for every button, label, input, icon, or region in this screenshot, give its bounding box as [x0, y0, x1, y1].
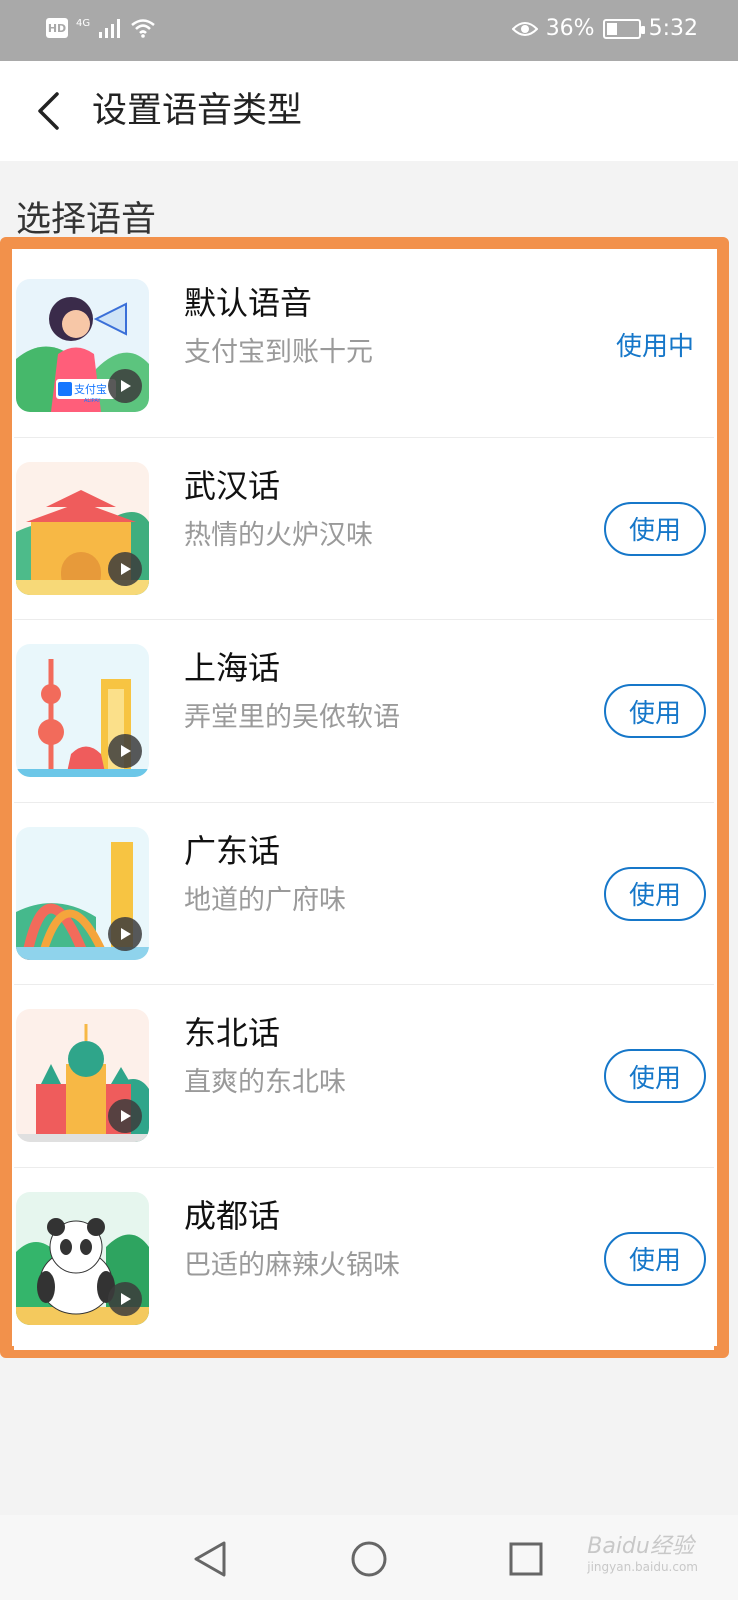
- voice-subtitle: 弄堂里的吴侬软语: [184, 702, 400, 733]
- voice-thumbnail: 支付宝 ALIPAY: [16, 279, 149, 412]
- use-button[interactable]: 使用: [604, 684, 706, 738]
- baidu-watermark: Baidu经验 jingyan.baidu.com: [587, 1528, 698, 1574]
- hd-badge: HD: [46, 18, 68, 38]
- triangle-back-icon: [194, 1541, 226, 1577]
- list-item[interactable]: 东北话 直爽的东北味 使用: [14, 985, 714, 1168]
- network-type: 4G: [76, 17, 91, 29]
- signal-icon: [99, 19, 121, 38]
- voice-thumbnail: [16, 461, 149, 595]
- list-item[interactable]: 成都话 巴适的麻辣火锅味 使用: [14, 1167, 714, 1350]
- play-icon[interactable]: [108, 734, 142, 768]
- list-item[interactable]: 支付宝 ALIPAY 默认语音 支付宝到账十元 使用中: [14, 255, 714, 438]
- voice-thumbnail: [16, 1191, 149, 1325]
- watermark-text: Baidu经验: [587, 1534, 694, 1559]
- voice-subtitle: 地道的广府味: [184, 884, 346, 916]
- use-button[interactable]: 使用: [604, 501, 706, 556]
- voice-title: 广东话: [184, 831, 281, 870]
- nav-recents-button[interactable]: [502, 1535, 550, 1583]
- voice-title: 东北话: [184, 1014, 281, 1052]
- circle-home-icon: [351, 1541, 387, 1577]
- voice-thumbnail: [16, 1009, 149, 1142]
- voice-thumbnail: [16, 644, 149, 777]
- alipay-brand-subtext: ALIPAY: [84, 398, 101, 404]
- back-arrow-icon: [38, 92, 59, 130]
- back-button[interactable]: [28, 87, 68, 135]
- status-left: HD 4G: [46, 18, 156, 38]
- status-bar: HD 4G 36% 5:32: [0, 0, 738, 61]
- voice-title: 成都话: [184, 1196, 281, 1235]
- page-title: 设置语音类型: [92, 91, 303, 131]
- watermark-subtext: jingyan.baidu.com: [587, 1560, 698, 1574]
- list-item[interactable]: 广东话 地道的广府味 使用: [14, 802, 714, 985]
- play-icon[interactable]: [108, 916, 142, 951]
- use-button[interactable]: 使用: [604, 1231, 706, 1286]
- clock: 5:32: [648, 16, 698, 41]
- use-button[interactable]: 使用: [604, 1049, 706, 1103]
- nav-back-button[interactable]: [186, 1535, 234, 1583]
- battery-percent: 36%: [545, 16, 595, 41]
- list-item[interactable]: 武汉话 热情的火炉汉味 使用: [14, 437, 714, 620]
- voice-list: 支付宝 ALIPAY 默认语音 支付宝到账十元 使用中 武汉话 热情的火炉汉味 …: [14, 255, 714, 1350]
- voice-subtitle: 热情的火炉汉味: [184, 519, 373, 551]
- voice-subtitle: 巴适的麻辣火锅味: [184, 1249, 400, 1281]
- play-icon[interactable]: [108, 369, 142, 403]
- voice-title: 默认语音: [184, 284, 313, 322]
- wifi-icon: [131, 19, 155, 38]
- nav-home-button[interactable]: [345, 1535, 393, 1583]
- play-icon[interactable]: [108, 1099, 142, 1133]
- alipay-brand-text: 支付宝: [74, 382, 107, 396]
- voice-title: 武汉话: [184, 466, 281, 505]
- header: 设置语音类型: [0, 61, 738, 161]
- status-right: 36% 5:32: [511, 16, 698, 41]
- in-use-label: 使用中: [615, 332, 694, 362]
- play-icon[interactable]: [108, 1281, 142, 1316]
- use-button[interactable]: 使用: [604, 866, 706, 921]
- voice-title: 上海话: [184, 649, 281, 687]
- battery-icon: [602, 18, 645, 39]
- voice-subtitle: 支付宝到账十元: [184, 337, 373, 368]
- voice-subtitle: 直爽的东北味: [184, 1067, 346, 1098]
- eye-icon: [511, 21, 538, 36]
- play-icon[interactable]: [108, 551, 142, 586]
- square-recents-icon: [509, 1542, 543, 1576]
- battery-fill: [606, 22, 618, 35]
- list-item[interactable]: 上海话 弄堂里的吴侬软语 使用: [14, 620, 714, 803]
- voice-thumbnail: [16, 826, 149, 960]
